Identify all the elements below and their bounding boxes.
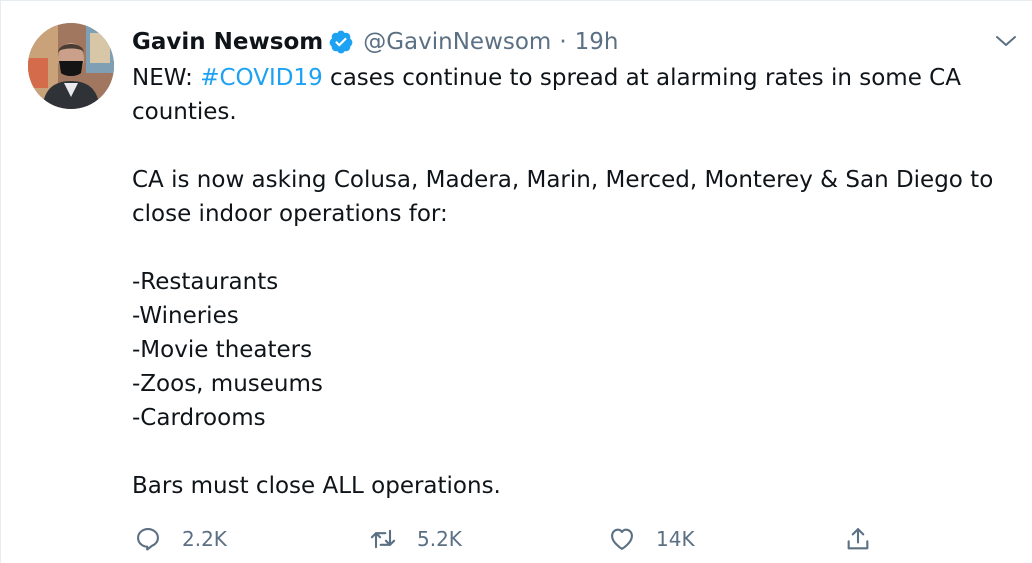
like-count: 14K <box>656 527 695 551</box>
list-item: -Cardrooms <box>132 405 266 431</box>
share-icon <box>847 528 869 550</box>
list-item: -Wineries <box>132 303 239 329</box>
avatar-image <box>28 23 114 109</box>
retweet-button[interactable]: 5.2K <box>369 519 462 559</box>
tweet-header: Gavin Newsom @GavinNewsom · 19h <box>132 25 619 59</box>
handle[interactable]: @GavinNewsom <box>363 29 551 55</box>
display-name[interactable]: Gavin Newsom <box>132 29 323 55</box>
tweet-card[interactable]: Gavin Newsom @GavinNewsom · 19h NEW: #CO… <box>0 0 1032 563</box>
list-item: -Zoos, museums <box>132 371 323 397</box>
reply-button[interactable]: 2.2K <box>134 519 227 559</box>
separator-dot: · <box>559 29 567 55</box>
chevron-down-icon[interactable] <box>994 29 1018 53</box>
hashtag-link[interactable]: #COVID19 <box>200 65 323 91</box>
reply-icon <box>137 528 159 551</box>
tweet-paragraph-4: Bars must close ALL operations. <box>132 473 501 499</box>
verified-badge-icon <box>329 30 353 54</box>
tweet-paragraph-2: CA is now asking Colusa, Madera, Marin, … <box>132 167 994 227</box>
tweet-text: NEW: #COVID19 cases continue to spread a… <box>132 61 1012 503</box>
like-button[interactable]: 14K <box>608 519 695 559</box>
reply-count: 2.2K <box>182 527 227 551</box>
avatar[interactable] <box>28 23 114 109</box>
timestamp[interactable]: 19h <box>575 29 619 55</box>
share-button[interactable] <box>844 519 872 559</box>
list-item: -Restaurants <box>132 269 279 295</box>
tweet-paragraph-1: NEW: #COVID19 cases continue to spread a… <box>132 61 1012 129</box>
heart-icon <box>611 528 633 550</box>
retweet-icon <box>370 529 396 549</box>
retweet-count: 5.2K <box>417 527 462 551</box>
text-prefix: NEW: <box>132 65 201 91</box>
list-item: -Movie theaters <box>132 337 313 363</box>
action-bar: 2.2K 5.2K 14K <box>1 519 1032 559</box>
